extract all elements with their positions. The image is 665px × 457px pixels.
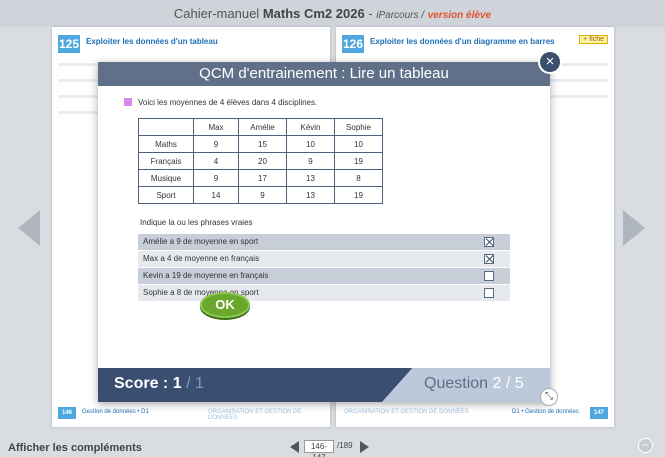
table-row: Français 4 20 9 19	[138, 152, 383, 170]
page-footer: ORGANISATION ET GESTION DE DONNÉES D1 • …	[342, 407, 608, 419]
question-counter: Question 2 / 5	[424, 375, 524, 393]
score-total: / 1	[186, 375, 204, 392]
table-cell: 19	[334, 186, 383, 204]
dialog-footer: Score : 1 / 1 Question 2 / 5	[98, 368, 550, 402]
table-row: Musique 9 17 13 8	[138, 169, 383, 187]
title-sub: iParcours /	[376, 10, 425, 21]
table-header-cell: Max	[193, 118, 239, 136]
footer-mid-text: ORGANISATION ET GESTION DE DONNÉES	[208, 409, 302, 421]
footer-text: D1 • Gestion de données	[512, 409, 579, 415]
question-label: Question	[424, 375, 489, 392]
page-number: 126	[342, 35, 364, 53]
footer-page-number: 146	[58, 407, 76, 419]
table-cell: 13	[286, 169, 335, 187]
question-total: / 5	[505, 375, 524, 392]
score-value: 1	[172, 375, 182, 392]
table-row: Maths 9 15 10 10	[138, 135, 383, 153]
table-cell: 9	[193, 135, 239, 153]
page-header: 126 Exploiter les données d'un diagramme…	[342, 35, 608, 53]
answer-text: Amélie a 9 de moyenne en sport	[143, 237, 259, 246]
table-cell: 17	[238, 169, 287, 187]
qcm-dialog: QCM d'entrainement : Lire un tableau Voi…	[98, 62, 550, 402]
table-cell: Sport	[138, 186, 194, 204]
next-page-arrow-icon[interactable]	[623, 210, 645, 246]
table-cell: 10	[286, 135, 335, 153]
page-number: 125	[58, 35, 80, 53]
title-version: version élève	[427, 10, 492, 21]
show-complements-link[interactable]: Afficher les compléments	[8, 442, 142, 454]
table-header-cell: Amélie	[238, 118, 287, 136]
question-current: 2	[492, 375, 502, 392]
grades-table: Max Amélie Kévin Sophie Maths 9 15 10 10…	[138, 118, 383, 204]
table-cell: 10	[334, 135, 383, 153]
footer-text: Gestion de données • D1	[82, 409, 149, 415]
zoom-out-icon[interactable]: −	[638, 438, 653, 453]
page-range-input[interactable]: 146-147	[304, 440, 334, 457]
next-page-icon[interactable]	[360, 441, 369, 453]
score-display: Score : 1 / 1	[114, 375, 204, 393]
answer-option[interactable]: Kevin a 19 de moyenne en français	[138, 268, 510, 284]
table-header-cell: Sophie	[334, 118, 383, 136]
answer-option[interactable]: Max a 4 de moyenne en français	[138, 251, 510, 267]
table-cell: 20	[238, 152, 287, 170]
answer-option[interactable]: Amélie a 9 de moyenne en sport	[138, 234, 510, 250]
answer-list: Amélie a 9 de moyenne en sport Max a 4 d…	[138, 234, 510, 302]
title-book: Cahier-manuel	[173, 6, 260, 21]
previous-page-icon[interactable]	[290, 441, 299, 453]
table-cell: Maths	[138, 135, 194, 153]
answer-text: Max a 4 de moyenne en français	[143, 254, 260, 263]
expand-icon[interactable]: ⤡	[540, 388, 558, 406]
answer-checkbox[interactable]	[484, 254, 494, 264]
table-header-cell: Kévin	[286, 118, 335, 136]
table-cell: 9	[238, 186, 287, 204]
fiche-button[interactable]: + fiche	[579, 35, 608, 44]
ok-button[interactable]: OK	[200, 292, 250, 318]
table-cell: Français	[138, 152, 194, 170]
title-separator: -	[364, 6, 377, 21]
answer-checkbox[interactable]	[484, 288, 494, 298]
page-total: /189	[337, 441, 353, 450]
page-footer: 146 Gestion de données • D1 ORGANISATION…	[58, 407, 324, 421]
page-title: Exploiter les données d'un diagramme en …	[370, 37, 555, 46]
table-cell: 4	[193, 152, 239, 170]
question-prompt: Indique la ou les phrases vraies	[140, 218, 253, 227]
table-cell: 15	[238, 135, 287, 153]
answer-text: Kevin a 19 de moyenne en français	[143, 271, 269, 280]
bullet-marker-icon	[124, 98, 132, 106]
footer-page-number: 147	[590, 407, 608, 419]
title-brand: Maths Cm2 2026	[262, 6, 365, 21]
close-icon[interactable]: ×	[540, 52, 560, 72]
table-cell: 8	[334, 169, 383, 187]
dialog-title: QCM d'entrainement : Lire un tableau	[98, 62, 550, 86]
table-cell: 9	[286, 152, 335, 170]
answer-checkbox[interactable]	[484, 237, 494, 247]
intro-text: Voici les moyennes de 4 élèves dans 4 di…	[138, 98, 318, 107]
table-cell: 19	[334, 152, 383, 170]
bottom-toolbar: Afficher les compléments 146-147 /189	[0, 434, 665, 457]
answer-checkbox[interactable]	[484, 271, 494, 281]
table-cell: Musique	[138, 169, 194, 187]
table-header-row: Max Amélie Kévin Sophie	[138, 118, 383, 136]
dialog-intro: Voici les moyennes de 4 élèves dans 4 di…	[124, 98, 317, 107]
previous-page-arrow-icon[interactable]	[18, 210, 40, 246]
footer-mid-text: ORGANISATION ET GESTION DE DONNÉES	[344, 409, 469, 415]
score-label: Score :	[114, 375, 169, 392]
table-cell: 9	[193, 169, 239, 187]
window-title: Cahier-manuel Maths Cm2 2026 - iParcours…	[0, 0, 665, 27]
table-cell: 13	[286, 186, 335, 204]
page-header: 125 Exploiter les données d'un tableau	[58, 35, 324, 53]
page-title: Exploiter les données d'un tableau	[86, 37, 218, 46]
answer-option[interactable]: Sophie a 8 de moyenne en sport	[138, 285, 510, 301]
table-cell: 14	[193, 186, 239, 204]
table-header-cell	[138, 118, 194, 136]
table-row: Sport 14 9 13 19	[138, 186, 383, 204]
